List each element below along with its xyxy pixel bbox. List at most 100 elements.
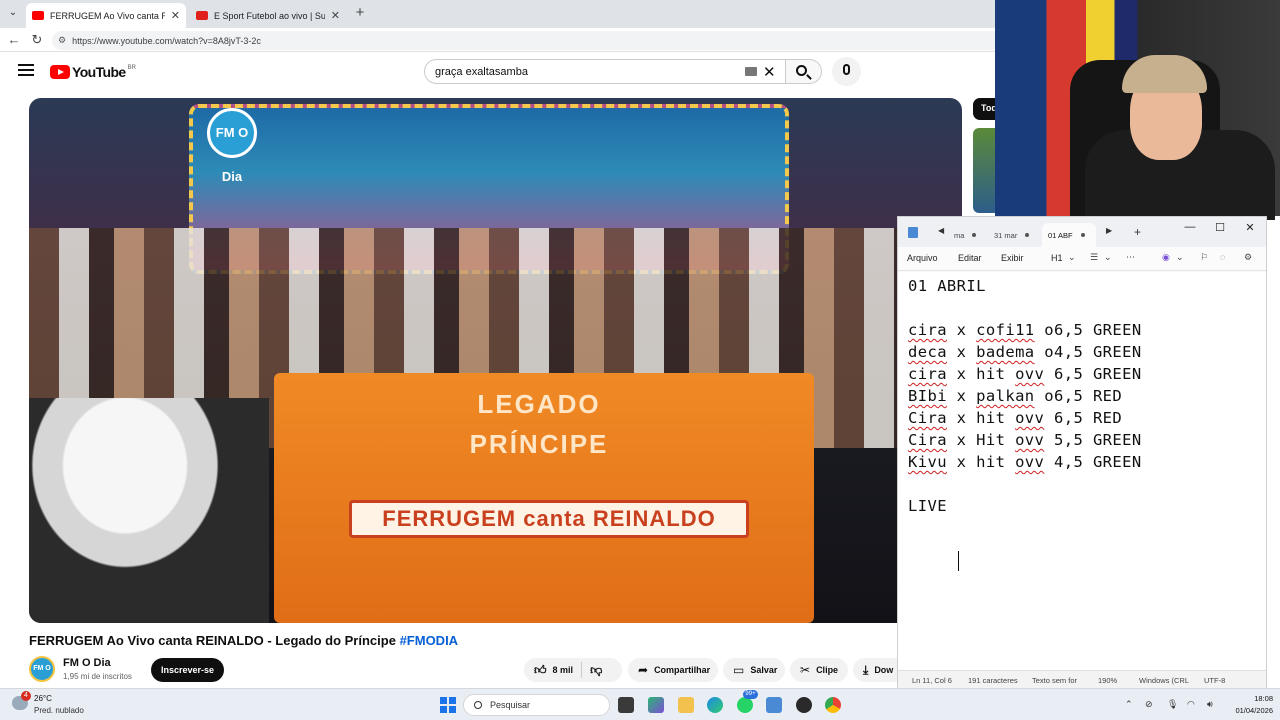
weather-description[interactable]: Pred. nublado (34, 706, 84, 715)
line-word: 5,5 (1054, 431, 1084, 449)
weather-badge: 4 (21, 691, 31, 701)
related-video-thumbnail[interactable] (973, 128, 995, 213)
youtube-header: YouTube BR graça exaltasamba ✕ (0, 52, 995, 92)
file-explorer-icon[interactable] (678, 697, 694, 713)
subscribe-button[interactable]: Inscrever-se (151, 658, 224, 682)
youtube-logo[interactable]: YouTube BR (50, 64, 136, 80)
save-button[interactable]: ▭ Salvar (723, 658, 785, 682)
clock-date[interactable]: 01/04/2026 (1228, 706, 1273, 715)
search-button[interactable] (786, 59, 822, 84)
network-off-icon[interactable]: ⊘ (1145, 699, 1153, 710)
edge-browser-icon[interactable] (707, 697, 723, 713)
heading-dropdown[interactable]: H1 (1051, 253, 1063, 263)
scroll-tabs-left-icon[interactable]: ◀ (938, 226, 944, 235)
browser-tab-superbet[interactable]: E Sport Futebol ao vivo | Superbet ✕ (190, 3, 346, 28)
line-word: palkan (976, 387, 1035, 405)
thumbs-up-icon[interactable]: 👍︎ (534, 663, 547, 678)
channel-avatar[interactable]: FM O Dia (29, 656, 55, 694)
menu-file[interactable]: Arquivo (907, 253, 938, 263)
menu-edit[interactable]: Editar (958, 253, 982, 263)
windows-start-icon[interactable] (440, 697, 456, 713)
site-info-icon[interactable]: ⚙ (58, 35, 66, 46)
notifications-icon[interactable]: ⚐ (1200, 252, 1208, 263)
filter-chip-all[interactable]: Tod (973, 98, 995, 120)
scroll-tabs-right-icon[interactable]: ▶ (1106, 226, 1112, 235)
subscriber-count: 1,95 mi de inscritos (63, 672, 132, 681)
search-input[interactable]: graça exaltasamba (424, 59, 786, 84)
menu-view[interactable]: Exibir (1001, 253, 1024, 263)
format-status[interactable]: Texto sem for (1032, 676, 1077, 685)
table-top-text: LEGADO PRÍNCIPE (469, 389, 609, 459)
bookmark-icon: ▭ (733, 663, 745, 677)
close-tab-icon[interactable]: ✕ (331, 9, 340, 22)
more-options-icon[interactable]: ⋯ (1126, 252, 1135, 263)
copilot-app-icon[interactable] (648, 697, 664, 713)
show-hidden-icons-chevron[interactable]: ⌃ (1125, 699, 1133, 710)
share-button[interactable]: ➦ Compartilhar (628, 658, 718, 682)
video-player[interactable]: FM O Dia LEGADO PRÍNCIPE FERRUGEM canta … (29, 98, 962, 623)
settings-gear-icon[interactable]: ⚙ (1244, 252, 1252, 263)
editor-line: cira x hit ovv 6,5 GREEN (908, 365, 1142, 383)
clock-time[interactable]: 18:08 (1243, 694, 1273, 703)
notification-count-badge: 99+ (743, 690, 758, 699)
wifi-icon[interactable]: ◠ (1187, 699, 1195, 710)
clip-button[interactable]: ✂ Clipe (790, 658, 848, 682)
new-tab-plus-icon[interactable]: + (1134, 225, 1141, 239)
fm-odia-logo: FM O Dia (207, 108, 257, 184)
notepad-app-icon[interactable] (766, 697, 782, 713)
task-view-icon[interactable] (618, 697, 634, 713)
unsaved-dot-icon (1080, 233, 1085, 237)
microphone-icon[interactable]: 🎙︎ (1167, 699, 1178, 710)
channel-name[interactable]: FM O Dia (63, 657, 111, 669)
encoding[interactable]: UTF-8 (1204, 676, 1225, 685)
reload-icon[interactable]: ↻ (29, 32, 45, 48)
line-word: RED (1092, 387, 1123, 405)
notepad-editor[interactable]: 01 ABRIL cira x cofi11 o6,5 GREEN deca x… (898, 272, 1266, 670)
clear-search-icon[interactable]: ✕ (763, 63, 776, 81)
address-bar[interactable]: ⚙ https://www.youtube.com/watch?v=8A8jvT… (52, 31, 995, 50)
table-sign-text: FERRUGEM canta REINALDO (349, 500, 749, 538)
download-button[interactable]: ⤓ Dow (853, 658, 897, 682)
line-text: 01 ABRIL (908, 277, 986, 295)
thumbs-down-icon[interactable]: 👎︎ (590, 663, 602, 678)
line-word: cira (908, 365, 947, 383)
whatsapp-icon[interactable] (737, 697, 753, 713)
video-hashtag[interactable]: #FMODIA (400, 633, 459, 648)
close-window-icon[interactable]: ✕ (1240, 221, 1260, 234)
line-word: o6,5 (1044, 321, 1084, 339)
voice-search-button[interactable] (832, 57, 861, 86)
line-word: x (956, 387, 967, 405)
zoom-level[interactable]: 190% (1098, 676, 1117, 685)
tab-list-chevron-icon[interactable]: ⌄ (6, 6, 20, 20)
copilot-icon[interactable]: ◉ (1162, 252, 1170, 263)
chrome-icon[interactable] (825, 697, 841, 713)
account-icon[interactable]: ◌ (1220, 252, 1225, 262)
editor-line: 01 ABRIL (908, 277, 986, 295)
obs-studio-icon[interactable] (796, 697, 812, 713)
line-word: 6,5 (1054, 365, 1084, 383)
line-word: GREEN (1092, 321, 1142, 339)
back-arrow-icon[interactable]: ← (6, 32, 22, 48)
list-format-icon[interactable]: ☰ (1090, 252, 1098, 263)
line-ending[interactable]: Windows (CRL (1139, 676, 1189, 685)
close-tab-icon[interactable]: ✕ (171, 9, 180, 22)
line-word: cofi11 (976, 321, 1035, 339)
notepad-tab-31-mar[interactable]: 31 mar (988, 223, 1035, 247)
line-word: GREEN (1092, 343, 1142, 361)
maximize-icon[interactable]: ☐ (1210, 221, 1230, 234)
new-tab-plus-icon[interactable]: + (352, 5, 368, 21)
minimize-icon[interactable]: — (1180, 221, 1200, 233)
line-word: 6,5 (1054, 409, 1084, 427)
volume-icon[interactable]: 🔊︎ (1207, 699, 1213, 710)
chevron-down-icon: ⌄ (1176, 252, 1184, 262)
browser-tab-youtube[interactable]: FERRUGEM Ao Vivo canta REINALDO ✕ (26, 3, 186, 28)
notepad-tab-ma[interactable]: ma (948, 223, 982, 247)
keyboard-icon[interactable] (745, 67, 757, 76)
weather-temperature[interactable]: 26°C (34, 694, 52, 703)
taskbar-search-input[interactable]: Pesquisar (463, 694, 610, 716)
notepad-tab-01-abril[interactable]: 01 ABF (1042, 223, 1096, 247)
tab-label: 01 ABF (1048, 230, 1073, 240)
like-count[interactable]: 8 mil (553, 665, 574, 675)
hamburger-menu-icon[interactable] (18, 64, 34, 78)
youtube-favicon-icon (32, 11, 44, 20)
